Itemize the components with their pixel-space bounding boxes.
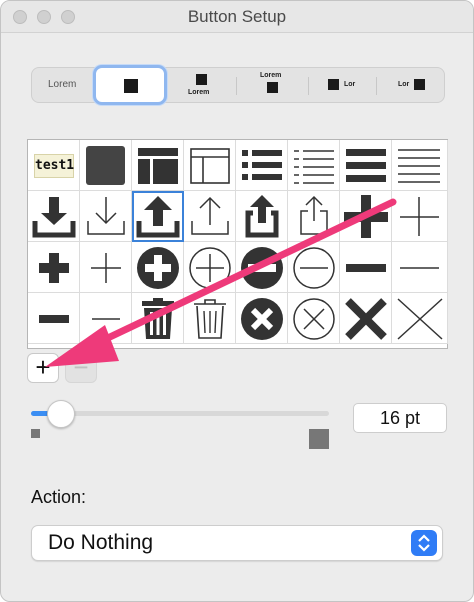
icon-size-slider-track[interactable]: [31, 411, 329, 416]
grid-cell-filled-square[interactable]: [80, 140, 132, 191]
x-circle-filled-icon: [241, 298, 283, 340]
grid-cell-plus-circle-filled[interactable]: [132, 242, 184, 293]
list-bullets-bold-icon: [242, 150, 282, 180]
upload-thin-icon: [191, 196, 229, 235]
action-selected-value: Do Nothing: [48, 531, 154, 554]
grid-cell-download-bold[interactable]: [28, 191, 80, 242]
list-bullets-thin-icon: [294, 150, 334, 184]
plus-bold-icon: [344, 195, 388, 238]
upload-bold-icon: [136, 196, 180, 238]
segment-icon-above-text[interactable]: Lorem: [168, 68, 240, 102]
grid-cell-x-bold[interactable]: [340, 293, 392, 344]
grid-cell-list-bullets-thin[interactable]: [288, 140, 340, 191]
large-size-icon: [309, 429, 329, 449]
square-icon: [267, 82, 278, 93]
small-size-icon: [31, 429, 40, 438]
action-popup-button[interactable]: Do Nothing: [31, 525, 443, 561]
grid-cell-trash-bold[interactable]: [132, 293, 184, 344]
segment-icon-left-of-text[interactable]: Lor: [312, 68, 378, 102]
x-thin-icon: [397, 298, 443, 340]
minus-thin-icon: [92, 318, 120, 320]
trash-thin-icon: [194, 299, 226, 339]
segment-text-left-of-icon[interactable]: Lor: [380, 68, 444, 102]
window-title: Button Setup: [187, 7, 287, 26]
grid-cell-x-thin[interactable]: [392, 293, 448, 344]
square-icon: [414, 79, 425, 90]
segment-icon-only-selected[interactable]: [93, 65, 167, 105]
button-setup-window: Button Setup Lorem Lorem Lorem Lor Lor t…: [0, 0, 474, 602]
grid-cell-list-bullets-bold[interactable]: [236, 140, 288, 191]
download-bold-icon: [32, 197, 76, 238]
segment-text-only[interactable]: Lorem: [32, 68, 94, 102]
layout-header-icon: [138, 148, 178, 184]
grid-cell-plus-thin-2[interactable]: [80, 242, 132, 293]
grid-cell-plus-circle-outline[interactable]: [184, 242, 236, 293]
square-icon: [124, 79, 138, 93]
share-bold-icon: [245, 195, 279, 238]
layout-outline-icon: [190, 148, 230, 184]
lines-bold-icon: [346, 149, 386, 182]
x-bold-icon: [345, 298, 387, 340]
grid-cell-trash-thin[interactable]: [184, 293, 236, 344]
chevron-up-down-icon: [411, 530, 437, 556]
grid-cell-share-thin[interactable]: [288, 191, 340, 242]
grid-cell-x-circle-filled[interactable]: [236, 293, 288, 344]
plus-thin-icon: [400, 197, 439, 236]
plus-circle-filled-icon: [137, 247, 179, 289]
share-thin-icon: [300, 195, 328, 235]
plus-circle-outline-icon: [189, 247, 231, 289]
icon-size-slider-knob[interactable]: [46, 400, 75, 428]
grid-cell-minus-bold[interactable]: [340, 242, 392, 293]
segment-icon-left-label: Lor: [344, 81, 356, 88]
action-label: Action:: [31, 487, 87, 507]
trash-bold-icon: [142, 298, 174, 339]
grid-cell-download-thin[interactable]: [80, 191, 132, 242]
grid-cell-lines-thin[interactable]: [392, 140, 448, 191]
grid-cell-plus-bold-2[interactable]: [28, 242, 80, 293]
plus-bold-icon: [39, 253, 69, 283]
button-icon-grid: test1: [27, 139, 448, 349]
grid-cell-x-circle-outline[interactable]: [288, 293, 340, 344]
segment-text-left-label: Lor: [398, 81, 410, 88]
title-bar: Button Setup: [1, 1, 473, 33]
minus-circle-outline-icon: [293, 247, 335, 289]
segment-text-above-icon[interactable]: Lorem: [240, 68, 312, 102]
grid-cell-minus-bold-2[interactable]: [28, 293, 80, 344]
grid-cell-minus-thin-2[interactable]: [80, 293, 132, 344]
square-icon: [328, 79, 339, 90]
lines-thin-icon: [398, 149, 440, 183]
grid-cell-layout-outline[interactable]: [184, 140, 236, 191]
grid-cell-minus-circle-outline[interactable]: [288, 242, 340, 293]
text-button-preview: test1: [34, 154, 74, 178]
grid-cell-plus-thin[interactable]: [392, 191, 448, 242]
segment-text-above-icon-label: Lorem: [260, 72, 282, 79]
download-thin-icon: [87, 197, 125, 235]
grid-cell-upload-thin[interactable]: [184, 191, 236, 242]
grid-cell-text[interactable]: test1: [28, 140, 80, 191]
filled-square-icon: [86, 146, 125, 185]
grid-cell-plus-bold[interactable]: [340, 191, 392, 242]
minus-bold-icon: [346, 264, 386, 272]
remove-button[interactable]: −: [65, 353, 97, 383]
segment-text-only-label: Lorem: [48, 79, 77, 90]
grid-cell-upload-bold-selected[interactable]: [132, 191, 184, 242]
plus-thin-icon: [91, 253, 121, 283]
segment-icon-above-text-label: Lorem: [188, 89, 210, 96]
minus-thin-icon: [400, 267, 439, 269]
square-icon: [196, 74, 207, 85]
grid-cell-minus-circle-filled[interactable]: [236, 242, 288, 293]
grid-cell-lines-bold[interactable]: [340, 140, 392, 191]
x-circle-outline-icon: [293, 298, 335, 340]
icon-size-field[interactable]: 16 pt: [353, 403, 447, 433]
grid-cell-minus-thin[interactable]: [392, 242, 448, 293]
minus-circle-filled-icon: [241, 247, 283, 289]
add-button[interactable]: +: [27, 353, 59, 383]
grid-cell-layout-header[interactable]: [132, 140, 184, 191]
grid-cell-share-bold[interactable]: [236, 191, 288, 242]
minus-bold-icon: [39, 315, 69, 323]
